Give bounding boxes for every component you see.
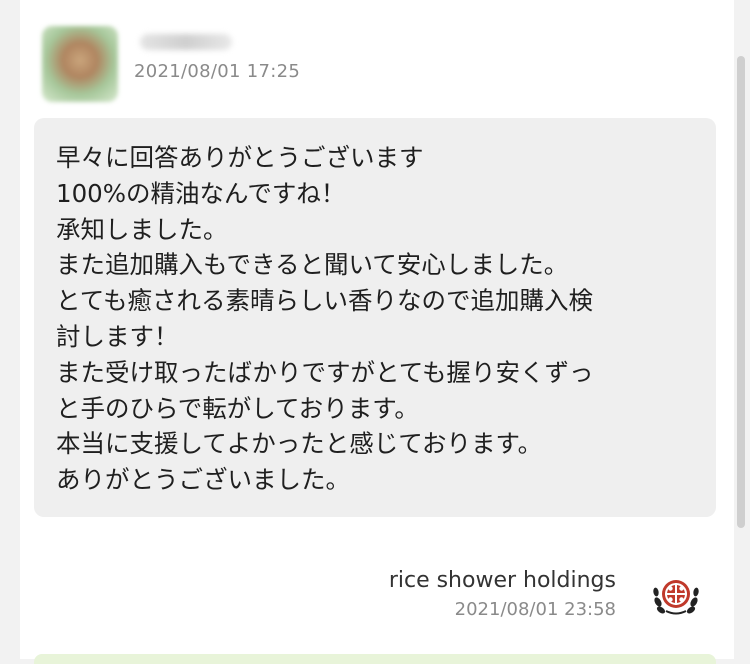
message-line: 本当に支援してよかったと感じております。 <box>56 429 543 459</box>
message-line: 討します！ <box>56 321 179 351</box>
message-line: とても癒される素晴らしい香りなので追加購入検 <box>56 286 594 316</box>
sent-message-bubble <box>34 654 716 664</box>
sender-name-blurred <box>140 34 232 50</box>
message-line: 100%の精油なんですね！ <box>56 178 346 208</box>
scrollbar[interactable] <box>737 56 745 528</box>
received-timestamp: 2021/08/01 17:25 <box>134 61 301 82</box>
laurel-crest-logo-icon[interactable] <box>652 572 700 618</box>
message-line: また追加購入もできると聞いて安心しました。 <box>56 250 569 280</box>
received-message-text: 早々に回答ありがとうございます 100%の精油なんですね！ 承知しました。 また… <box>56 140 696 498</box>
message-line: ありがとうございました。 <box>56 465 350 495</box>
sent-sender-name: rice shower holdings <box>388 568 616 593</box>
sender-avatar[interactable] <box>42 26 118 102</box>
message-line: 早々に回答ありがとうございます <box>56 143 424 172</box>
message-line: と手のひらで転がしております。 <box>56 393 419 423</box>
message-line: 承知しました。 <box>56 214 228 244</box>
sent-timestamp: 2021/08/01 23:58 <box>454 599 616 620</box>
message-line: また受け取ったばかりですがとても握り安くずっ <box>56 357 594 387</box>
